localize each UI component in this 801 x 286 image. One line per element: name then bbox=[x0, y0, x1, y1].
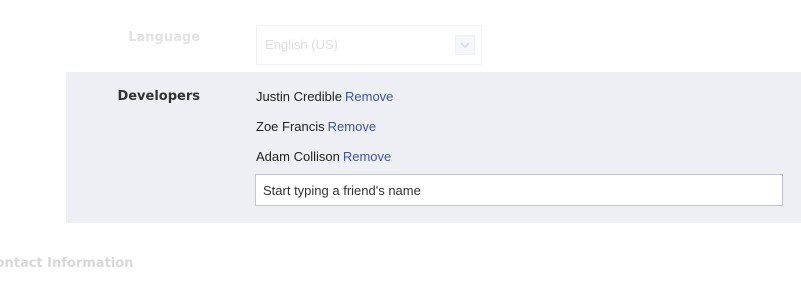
developer-name: Justin Credible bbox=[256, 89, 342, 104]
developer-name: Zoe Francis bbox=[256, 119, 325, 134]
contact-information-heading: Contact Information bbox=[0, 256, 134, 271]
remove-developer-link[interactable]: Remove bbox=[328, 119, 376, 134]
language-select[interactable]: English (US) bbox=[256, 25, 482, 65]
developers-panel: Developers Justin Credible Remove Zoe Fra… bbox=[66, 72, 801, 223]
developer-list: Justin Credible Remove Zoe Francis Remove … bbox=[256, 89, 393, 179]
friend-search-input[interactable] bbox=[255, 174, 783, 206]
remove-developer-link[interactable]: Remove bbox=[345, 89, 393, 104]
language-select-value: English (US) bbox=[265, 37, 338, 52]
developer-item: Adam Collison Remove bbox=[256, 149, 393, 171]
remove-developer-link[interactable]: Remove bbox=[343, 149, 391, 164]
app-settings-page: Language English (US) Developers Justin … bbox=[0, 0, 801, 286]
developer-item: Justin Credible Remove bbox=[256, 89, 393, 111]
developer-item: Zoe Francis Remove bbox=[256, 119, 393, 141]
developer-name: Adam Collison bbox=[256, 149, 340, 164]
language-label: Language bbox=[128, 30, 200, 45]
chevron-down-icon[interactable] bbox=[455, 35, 475, 55]
developers-label: Developers bbox=[117, 89, 200, 104]
